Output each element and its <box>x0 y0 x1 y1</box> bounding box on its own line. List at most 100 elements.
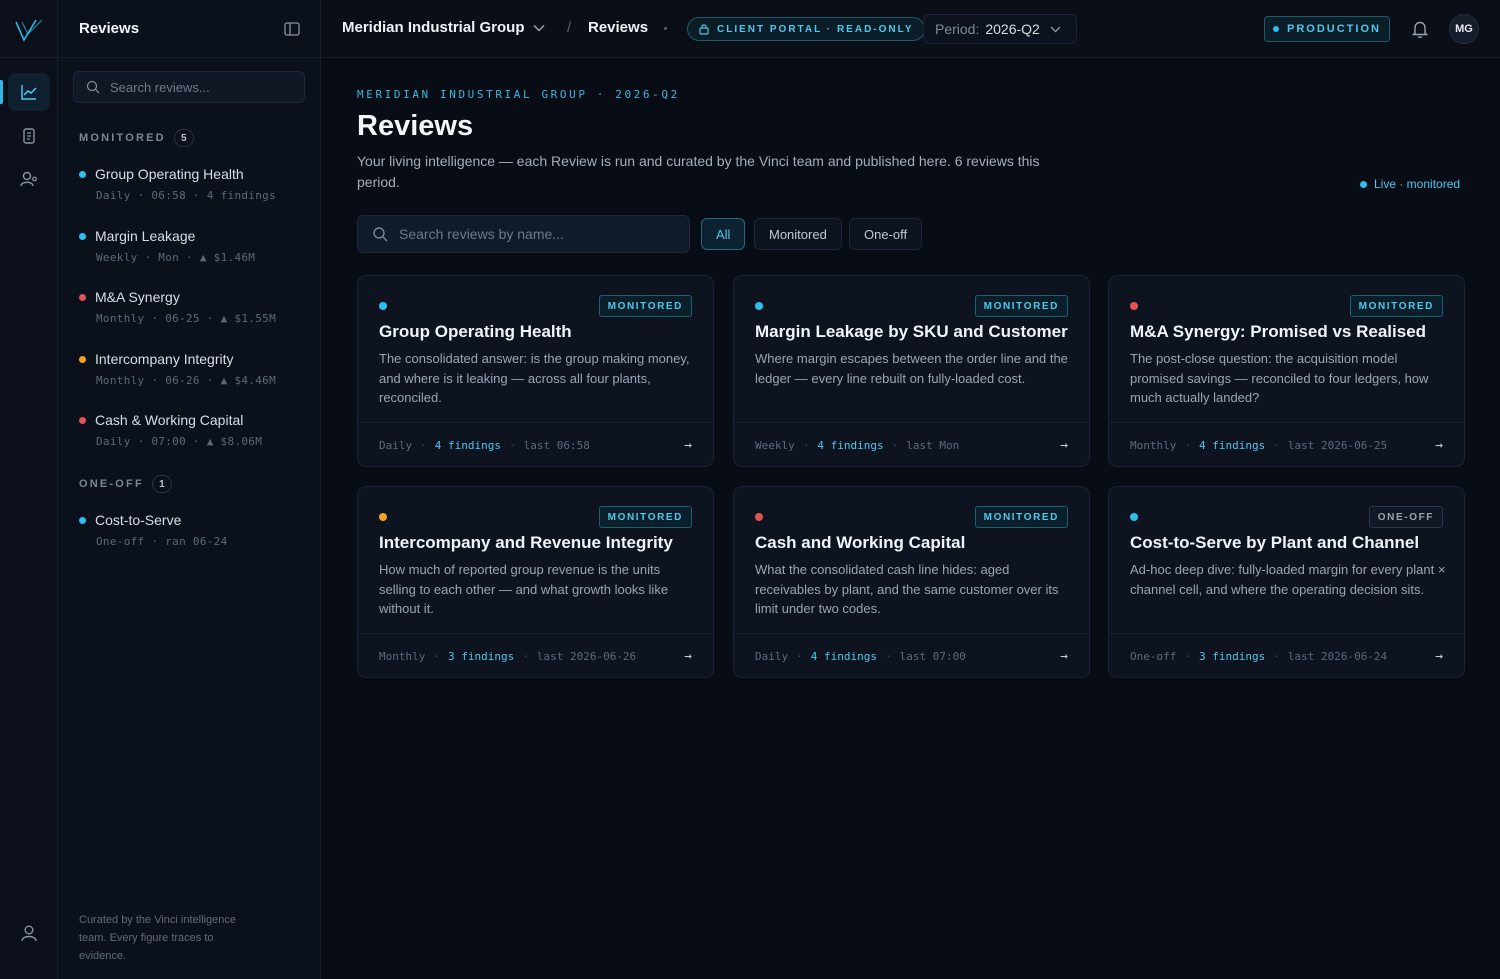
live-dot <box>1360 180 1367 188</box>
breadcrumb-separator: / <box>567 19 572 36</box>
review-card-footer: Daily · 4 findings · last 07:00 → <box>734 633 1089 678</box>
environment-dot <box>1273 26 1280 32</box>
environment-badge: PRODUCTION <box>1264 16 1390 42</box>
sidebar-item-meta: Monthly · 06-26 · ▲ $4.46M <box>96 374 276 387</box>
panel-toggle-icon[interactable] <box>284 21 300 36</box>
lock-icon <box>699 24 709 35</box>
review-cadence: One-off <box>1130 649 1177 663</box>
page-eyebrow: MERIDIAN INDUSTRIAL GROUP · 2026-Q2 <box>357 88 680 101</box>
review-card-cash-working-capital[interactable]: MONITORED Cash and Working Capital What … <box>733 486 1090 678</box>
monitored-section-label: MONITORED <box>79 132 166 144</box>
live-status-label: Live · monitored <box>1374 177 1461 191</box>
open-review-arrow-icon[interactable]: → <box>1060 438 1068 453</box>
review-findings: 4 findings <box>810 649 877 663</box>
period-value: 2026-Q2 <box>985 21 1040 37</box>
status-dot <box>79 355 86 363</box>
page-title: Reviews <box>357 110 474 142</box>
bell-icon[interactable] <box>1409 18 1431 40</box>
review-card-footer: Daily · 4 findings · last 06:58 → <box>358 422 713 467</box>
open-review-arrow-icon[interactable]: → <box>1435 649 1443 664</box>
status-dot <box>79 293 86 301</box>
oneoff-section-label: ONE-OFF <box>79 478 144 490</box>
review-card-ma-synergy[interactable]: MONITORED M&A Synergy: Promised vs Reali… <box>1108 275 1465 467</box>
environment-label: PRODUCTION <box>1287 23 1381 35</box>
open-review-arrow-icon[interactable]: → <box>684 649 692 664</box>
sidebar-item-group-operating-health[interactable]: Group Operating Health Daily · 06:58 · 4… <box>79 166 309 202</box>
oneoff-section-header: ONE-OFF 1 <box>79 475 172 493</box>
sidebar-item-label: Intercompany Integrity <box>95 351 234 367</box>
status-dot <box>79 416 86 424</box>
review-type-badge: MONITORED <box>598 506 692 528</box>
sidebar-search[interactable] <box>73 71 305 103</box>
review-card-title: Cash and Working Capital <box>755 533 966 552</box>
top-bar: Meridian Industrial Group / Reviews CLIE… <box>321 0 1500 58</box>
status-dot <box>755 302 763 310</box>
search-icon <box>86 80 100 94</box>
review-card-title: Group Operating Health <box>379 322 572 341</box>
status-dot <box>1130 513 1138 521</box>
icon-rail <box>0 0 58 979</box>
search-icon <box>373 227 388 242</box>
review-card-margin-leakage[interactable]: MONITORED Margin Leakage by SKU and Cust… <box>733 275 1090 467</box>
review-search-input[interactable] <box>399 226 679 242</box>
breadcrumb-dot <box>664 27 667 30</box>
open-review-arrow-icon[interactable]: → <box>684 438 692 453</box>
avatar[interactable]: MG <box>1449 14 1479 44</box>
sidebar-item-ma-synergy[interactable]: M&A Synergy Monthly · 06-25 · ▲ $1.55M <box>79 289 309 325</box>
review-card-description: What the consolidated cash line hides: a… <box>755 562 1059 616</box>
review-card-description: How much of reported group revenue is th… <box>379 562 669 616</box>
review-findings: 3 findings <box>447 649 515 663</box>
chevron-down-icon <box>1050 26 1061 32</box>
status-dot <box>79 232 86 240</box>
rail-active-indicator <box>0 80 3 104</box>
filter-all[interactable]: All <box>701 218 746 250</box>
monitored-section-header: MONITORED 5 <box>79 129 194 147</box>
sidebar-item-margin-leakage[interactable]: Margin Leakage Weekly · Mon · ▲ $1.46M <box>79 228 309 264</box>
sidebar-item-cost-to-serve[interactable]: Cost-to-Serve One-off · ran 06-24 <box>79 512 309 548</box>
review-card-group-operating-health[interactable]: MONITORED Group Operating Health The con… <box>357 275 714 467</box>
client-portal-badge: CLIENT PORTAL · READ-ONLY <box>687 17 926 41</box>
sidebar-title: Reviews <box>79 20 140 37</box>
sidebar-item-meta: Weekly · Mon · ▲ $1.46M <box>96 251 256 264</box>
sidebar-item-intercompany-integrity[interactable]: Intercompany Integrity Monthly · 06-26 ·… <box>79 351 309 387</box>
review-card-description: Ad-hoc deep dive: fully-loaded margin fo… <box>1130 562 1446 597</box>
review-search[interactable] <box>357 215 690 253</box>
open-review-arrow-icon[interactable]: → <box>1060 649 1068 664</box>
review-last-run: last Mon <box>906 438 960 452</box>
review-type-badge: MONITORED <box>1349 295 1443 317</box>
review-card-footer: Monthly · 3 findings · last 2026-06-26 → <box>358 633 713 678</box>
sidebar-item-label: Cost-to-Serve <box>95 512 182 528</box>
review-cadence: Weekly <box>755 438 795 452</box>
sidebar-item-cash-working-capital[interactable]: Cash & Working Capital Daily · 07:00 · ▲… <box>79 412 309 448</box>
page-description: Your living intelligence — each Review i… <box>357 153 1040 190</box>
vinci-logo-icon[interactable] <box>14 16 46 44</box>
sidebar-item-label: M&A Synergy <box>95 289 180 305</box>
sidebar-item-meta: Daily · 07:00 · ▲ $8.06M <box>96 435 263 448</box>
rail-users-button[interactable] <box>8 160 50 198</box>
sidebar-search-input[interactable] <box>110 79 290 95</box>
rail-profile-button[interactable] <box>8 914 50 952</box>
review-cadence: Daily <box>379 438 413 452</box>
chevron-down-icon <box>532 24 545 32</box>
filter-one-off[interactable]: One-off <box>849 218 923 250</box>
review-card-intercompany-revenue-integrity[interactable]: MONITORED Intercompany and Revenue Integ… <box>357 486 714 678</box>
review-card-title: Intercompany and Revenue Integrity <box>379 533 673 552</box>
sidebar-item-label: Group Operating Health <box>95 166 244 182</box>
user-search-icon <box>20 171 37 187</box>
sidebar-item-meta: Monthly · 06-25 · ▲ $1.55M <box>96 312 276 325</box>
org-switcher[interactable]: Meridian Industrial Group <box>342 19 545 36</box>
filter-monitored[interactable]: Monitored <box>754 218 842 250</box>
status-dot <box>79 516 86 524</box>
documents-icon <box>23 128 35 144</box>
org-name: Meridian Industrial Group <box>342 19 525 36</box>
review-card-footer: Weekly · 4 findings · last Mon → <box>734 422 1089 467</box>
review-card-cost-to-serve[interactable]: ONE-OFF Cost-to-Serve by Plant and Chann… <box>1108 486 1465 678</box>
rail-reviews-button[interactable] <box>8 73 50 111</box>
open-review-arrow-icon[interactable]: → <box>1435 438 1443 453</box>
chart-icon <box>21 85 37 100</box>
rail-documents-button[interactable] <box>8 117 50 155</box>
review-last-run: last 2026-06-25 <box>1287 438 1388 452</box>
client-portal-label: CLIENT PORTAL · READ-ONLY <box>717 23 914 35</box>
period-selector[interactable]: Period: 2026-Q2 <box>923 14 1077 44</box>
status-dot <box>1130 302 1138 310</box>
